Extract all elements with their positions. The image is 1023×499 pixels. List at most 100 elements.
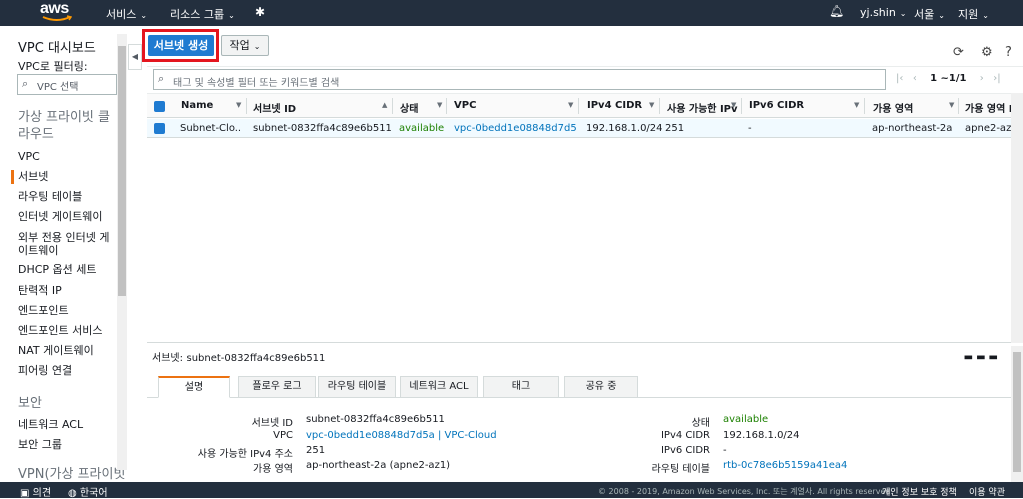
refresh-icon[interactable]: ⟳ [953,45,964,60]
col-subnet-id[interactable]: 서브넷 ID [253,100,296,115]
filter-bar: ⌕ 태그 및 속성별 필터 또는 키워드별 검색 |‹ ‹ 1 ~1/1 › ›… [147,66,1023,92]
sidebar-item-internet-gateways[interactable]: 인터넷 게이트웨이 [18,210,102,223]
sidebar-item-endpoints[interactable]: 엔드포인트 [18,304,69,317]
sidebar-item-nat-gateways[interactable]: NAT 게이트웨이 [18,344,94,357]
value-ipv4-cidr: 192.168.1.0/24 [723,430,800,441]
sidebar-item-dhcp-options[interactable]: DHCP 옵션 세트 [18,263,97,276]
sort-icon[interactable]: ▼ [731,101,736,109]
select-all-checkbox[interactable] [154,101,165,112]
value-route-table[interactable]: rtb-0c78e6b5159a41ea4 [723,460,847,471]
value-available-ipv4: 251 [306,445,326,456]
sidebar-item-subnets[interactable]: 서브넷 [18,170,48,183]
sidebar-item-vpc[interactable]: VPC [18,150,40,163]
search-icon: ⌕ [22,77,29,90]
search-input[interactable]: ⌕ 태그 및 속성별 필터 또는 키워드별 검색 [153,69,886,90]
sort-icon[interactable]: ▼ [854,101,859,109]
highlight-annotation [142,29,219,62]
pagination: |‹ ‹ 1 ~1/1 › ›| [896,73,1001,84]
language-selector[interactable]: ◍ 한국어 [68,484,108,499]
last-page-icon[interactable]: ›| [993,73,1000,84]
cell-ipv6: - [748,123,752,134]
first-page-icon[interactable]: |‹ [896,73,903,84]
detail-panel: 서브넷: subnet-0832ffa4c89e6b511 ▬▬▬ 설명 플로우… [147,346,1011,482]
support-menu[interactable]: 지원 ⌄ [958,6,989,22]
feedback-link[interactable]: ▣ 의견 [20,484,51,499]
gear-icon[interactable]: ⚙ [981,45,993,60]
tab-tags[interactable]: 태그 [483,376,559,398]
tab-network-acl[interactable]: 네트워크 ACL [400,376,478,398]
col-name[interactable]: Name [181,100,213,111]
panel-layout-icons[interactable]: ▬▬▬ [964,352,1001,363]
sidebar-item-peering[interactable]: 피어링 연결 [18,364,72,377]
feedback-label: 의견 [32,488,52,499]
sidebar-item-route-tables[interactable]: 라우팅 테이블 [18,190,82,203]
terms-link[interactable]: 이용 약관 [969,485,1005,498]
value-availability-zone: ap-northeast-2a (apne2-az1) [306,460,451,471]
column-divider [958,98,959,114]
aws-logo[interactable]: aws [40,1,76,23]
sidebar-item-elastic-ip[interactable]: 탄력적 IP [18,284,62,297]
language-label: 한국어 [79,488,108,499]
services-menu[interactable]: 서비스 ⌄ [106,6,147,22]
table-row[interactable]: Subnet-Clo... subnet-0832ffa4c89e6b511 a… [147,119,1023,138]
tab-route-table[interactable]: 라우팅 테이블 [318,376,396,398]
vpc-filter-select[interactable]: ⌕ VPC 선택 [17,74,117,95]
scrollbar-thumb[interactable] [118,46,126,296]
vpc-filter-label: VPC로 필터링: [18,60,88,73]
actions-label: 작업 [229,39,250,52]
next-page-icon[interactable]: › [980,73,984,84]
cell-name: Subnet-Clo... [180,123,242,134]
collapse-sidebar-button[interactable]: ◀ [128,44,142,70]
col-vpc[interactable]: VPC [454,100,476,111]
bell-icon[interactable]: 🔔︎ [829,4,844,18]
column-divider [864,98,865,114]
help-icon[interactable]: ? [1005,45,1012,60]
label-ipv4-cidr: IPv4 CIDR [660,430,710,441]
resource-groups-menu[interactable]: 리소스 그룹 ⌄ [170,6,235,22]
sidebar-scrollbar[interactable] [117,34,127,470]
sort-icon[interactable]: ▼ [236,101,241,109]
globe-icon: ◍ [68,488,77,499]
cell-vpc[interactable]: vpc-0bedd1e08848d7d5a ... [454,123,576,134]
chevron-down-icon: ⌄ [140,11,148,20]
sidebar-item-security-groups[interactable]: 보안 그룹 [18,438,62,451]
prev-page-icon[interactable]: ‹ [913,73,917,84]
detail-title: 서브넷: subnet-0832ffa4c89e6b511 [152,349,325,364]
table-header: Name ▼ 서브넷 ID ▲ 상태 ▼ VPC ▼ IPv4 CIDR ▼ 사… [147,93,1023,118]
col-state[interactable]: 상태 [400,100,418,115]
user-menu[interactable]: yj.shin ⌄ [860,6,907,19]
value-vpc[interactable]: vpc-0bedd1e08848d7d5a | VPC-Cloud [306,430,497,441]
sort-icon[interactable]: ▼ [437,101,442,109]
label-route-table: 라우팅 테이블 [651,464,710,475]
sidebar-item-network-acl[interactable]: 네트워크 ACL [18,418,83,431]
region-menu[interactable]: 서울 ⌄ [914,6,945,22]
tab-description[interactable]: 설명 [158,376,230,398]
sidebar-title[interactable]: VPC 대시보드 [18,37,96,56]
actions-button[interactable]: 작업 ⌄ [221,35,269,56]
region-label: 서울 [914,8,935,21]
col-available-ips[interactable]: 사용 가능한 IPv [667,100,738,115]
sort-icon[interactable]: ▼ [568,101,573,109]
detail-scrollbar[interactable] [1011,346,1023,482]
col-ipv4-cidr[interactable]: IPv4 CIDR [587,100,642,111]
section-security: 보안 [18,396,42,411]
chevron-down-icon: ⌄ [228,11,235,20]
row-checkbox[interactable] [154,123,165,134]
tab-sharing[interactable]: 공유 중 [564,376,638,398]
sort-icon[interactable]: ▼ [949,101,954,109]
pin-icon[interactable]: ✱ [255,5,265,19]
sort-asc-icon[interactable]: ▲ [382,101,387,109]
cell-az-id: apne2-az1 [965,123,1018,134]
tab-flow-logs[interactable]: 플로우 로그 [238,376,316,398]
column-divider [392,98,393,114]
col-ipv6-cidr[interactable]: IPv6 CIDR [749,100,804,111]
table-scrollbar[interactable] [1011,93,1023,343]
sidebar-item-endpoint-services[interactable]: 엔드포인트 서비스 [18,324,102,337]
sort-icon[interactable]: ▼ [649,101,654,109]
col-availability-zone[interactable]: 가용 영역 [873,100,913,115]
sidebar-item-egress-only-igw[interactable]: 외부 전용 인터넷 게이트웨이 [18,231,116,257]
cell-state: available [399,123,445,134]
privacy-link[interactable]: 개인 정보 보호 정책 [882,485,957,498]
scrollbar-thumb[interactable] [1013,352,1021,472]
cell-available-ips: 251 [665,123,685,134]
